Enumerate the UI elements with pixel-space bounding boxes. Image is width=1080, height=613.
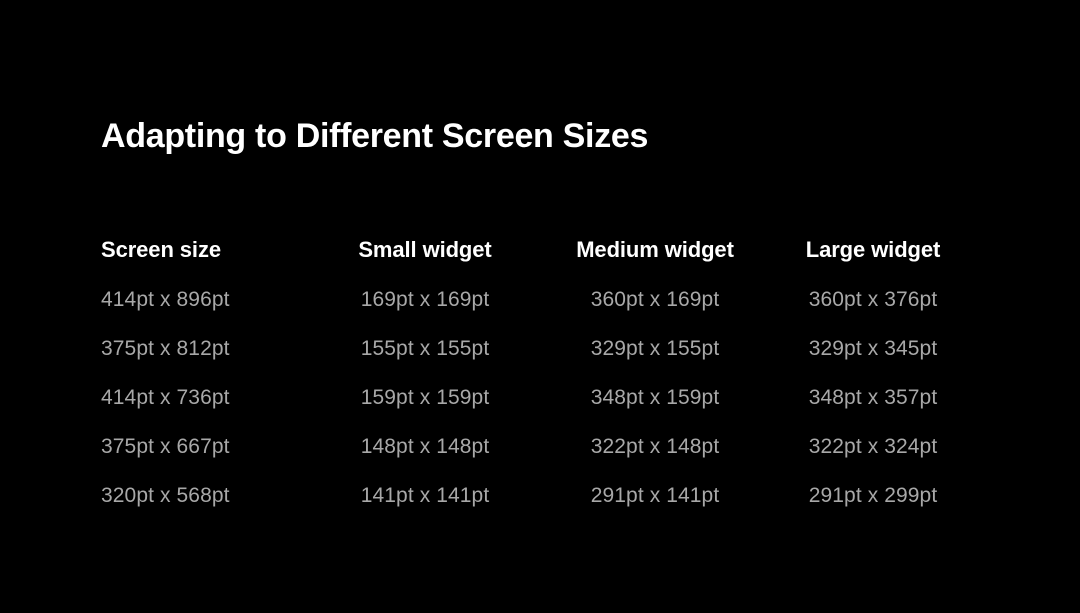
cell-large-widget: 360pt x 376pt (808, 287, 938, 311)
table-row: 414pt x 736pt 159pt x 159pt 348pt x 159p… (101, 373, 981, 422)
table-row: 414pt x 896pt 169pt x 169pt 360pt x 169p… (101, 275, 981, 324)
cell-small-widget: 155pt x 155pt (360, 336, 490, 360)
presentation-slide: Adapting to Different Screen Sizes Scree… (0, 0, 1080, 613)
cell-medium-widget: 322pt x 148pt (590, 434, 720, 458)
cell-small-widget: 169pt x 169pt (360, 287, 490, 311)
table-body: 414pt x 896pt 169pt x 169pt 360pt x 169p… (101, 275, 981, 520)
cell-screen-size: 414pt x 736pt (101, 385, 230, 409)
table-row: 375pt x 667pt 148pt x 148pt 322pt x 148p… (101, 422, 981, 471)
column-header-medium-widget: Medium widget (576, 236, 734, 262)
cell-medium-widget: 360pt x 169pt (590, 287, 720, 311)
cell-small-widget: 148pt x 148pt (360, 434, 490, 458)
cell-small-widget: 159pt x 159pt (360, 385, 490, 409)
cell-medium-widget: 291pt x 141pt (590, 483, 720, 507)
cell-large-widget: 329pt x 345pt (808, 336, 938, 360)
cell-screen-size: 375pt x 667pt (101, 434, 230, 458)
column-header-large-widget: Large widget (805, 236, 941, 262)
screen-size-table: Screen size Small widget Medium widget L… (101, 224, 981, 520)
table-header-row: Screen size Small widget Medium widget L… (101, 224, 981, 275)
cell-large-widget: 322pt x 324pt (808, 434, 938, 458)
cell-medium-widget: 348pt x 159pt (590, 385, 720, 409)
cell-medium-widget: 329pt x 155pt (590, 336, 720, 360)
cell-screen-size: 320pt x 568pt (101, 483, 230, 507)
cell-large-widget: 348pt x 357pt (808, 385, 938, 409)
column-header-screen-size: Screen size (101, 236, 221, 262)
column-header-small-widget: Small widget (358, 236, 492, 262)
page-title: Adapting to Different Screen Sizes (101, 117, 649, 155)
cell-screen-size: 414pt x 896pt (101, 287, 230, 311)
cell-screen-size: 375pt x 812pt (101, 336, 230, 360)
table-row: 320pt x 568pt 141pt x 141pt 291pt x 141p… (101, 471, 981, 520)
cell-small-widget: 141pt x 141pt (360, 483, 490, 507)
cell-large-widget: 291pt x 299pt (808, 483, 938, 507)
table-row: 375pt x 812pt 155pt x 155pt 329pt x 155p… (101, 324, 981, 373)
table-header: Screen size Small widget Medium widget L… (101, 224, 981, 275)
